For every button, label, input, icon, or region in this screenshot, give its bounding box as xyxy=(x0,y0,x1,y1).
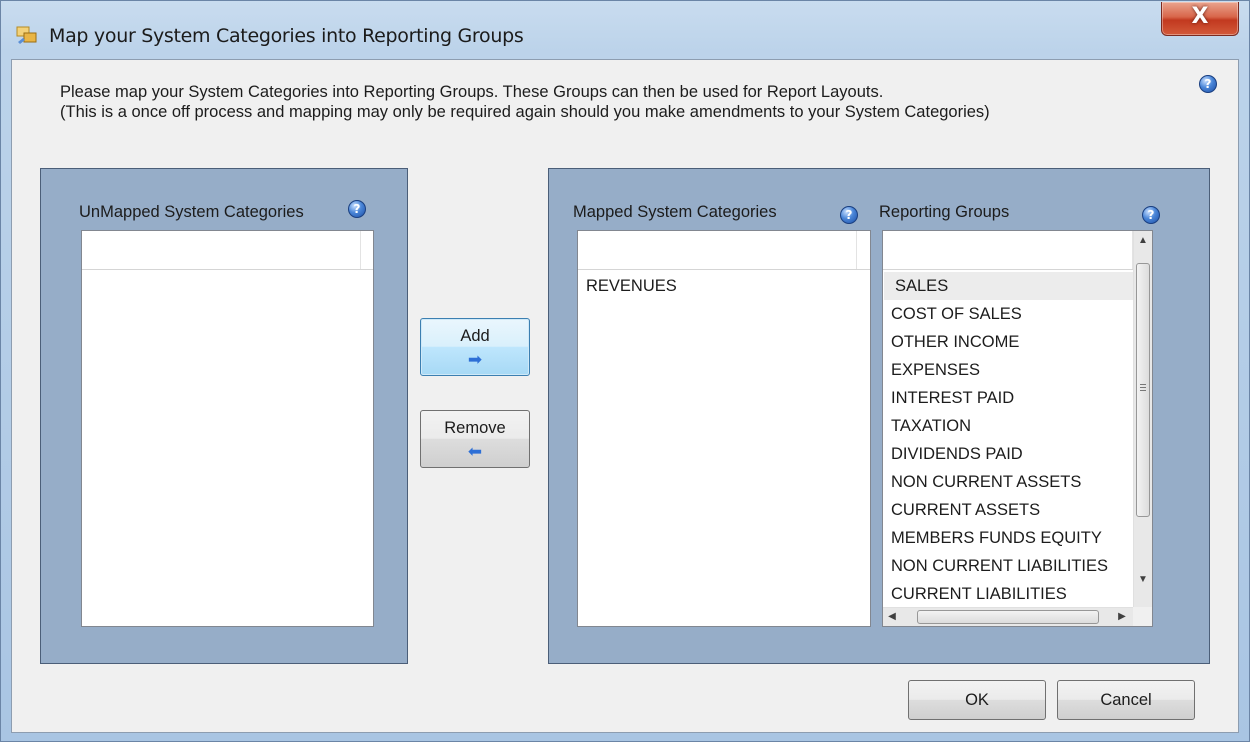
remove-button[interactable]: Remove ⬅ xyxy=(420,410,530,468)
reporting-help-icon[interactable]: ? xyxy=(1142,206,1160,224)
reporting-groups-list[interactable]: SALES COST OF SALES OTHER INCOME EXPENSE… xyxy=(882,230,1153,627)
ok-button-label: OK xyxy=(965,691,989,709)
horizontal-scroll-thumb[interactable] xyxy=(917,610,1099,624)
list-item[interactable]: OTHER INCOME xyxy=(891,328,1019,356)
reporting-groups-label: Reporting Groups xyxy=(879,203,1010,221)
mapped-list-header xyxy=(578,231,870,270)
scroll-up-icon[interactable]: ▲ xyxy=(1134,232,1152,250)
vertical-scroll-thumb[interactable] xyxy=(1136,263,1150,517)
intro-line-2: (This is a once off process and mapping … xyxy=(60,103,990,121)
unmapped-list[interactable] xyxy=(81,230,374,627)
list-item[interactable]: INTEREST PAID xyxy=(891,384,1014,412)
list-item[interactable]: NON CURRENT ASSETS xyxy=(891,468,1081,496)
scroll-down-icon[interactable]: ▼ xyxy=(1134,571,1152,589)
close-icon: X xyxy=(1191,4,1209,29)
unmapped-panel: UnMapped System Categories ? xyxy=(40,168,408,664)
list-item[interactable]: DIVIDENDS PAID xyxy=(891,440,1023,468)
column-separator xyxy=(856,231,857,269)
horizontal-scrollbar[interactable]: ◀ ▶ xyxy=(883,607,1133,626)
ok-button[interactable]: OK xyxy=(908,680,1046,720)
list-item[interactable]: EXPENSES xyxy=(891,356,980,384)
unmapped-label: UnMapped System Categories xyxy=(79,203,304,221)
list-item[interactable]: CURRENT LIABILITIES xyxy=(891,580,1067,608)
cancel-button[interactable]: Cancel xyxy=(1057,680,1195,720)
scrollbar-corner xyxy=(1133,607,1152,626)
unmapped-help-icon[interactable]: ? xyxy=(348,200,366,218)
list-item[interactable]: REVENUES xyxy=(586,272,677,300)
grip-line xyxy=(1140,387,1146,388)
column-separator xyxy=(360,231,361,269)
list-item-selected[interactable]: SALES xyxy=(884,272,1135,300)
cancel-button-label: Cancel xyxy=(1100,691,1152,709)
intro-line-1: Please map your System Categories into R… xyxy=(60,83,884,101)
grip-line xyxy=(1140,384,1146,385)
list-item[interactable]: TAXATION xyxy=(891,412,971,440)
dialog-window: Map your System Categories into Reportin… xyxy=(0,0,1250,742)
list-item[interactable]: NON CURRENT LIABILITIES xyxy=(891,552,1108,580)
intro-text: Please map your System Categories into R… xyxy=(60,82,990,122)
remove-button-label: Remove xyxy=(444,419,506,437)
mapped-help-icon[interactable]: ? xyxy=(840,206,858,224)
list-item[interactable]: CURRENT ASSETS xyxy=(891,496,1040,524)
vertical-scrollbar[interactable]: ▲ ▼ xyxy=(1133,231,1152,607)
mapped-list[interactable]: REVENUES xyxy=(577,230,871,627)
dialog-client-area: Please map your System Categories into R… xyxy=(11,59,1239,733)
window-title: Map your System Categories into Reportin… xyxy=(49,25,524,47)
list-item[interactable]: MEMBERS FUNDS EQUITY xyxy=(891,524,1102,552)
app-icon xyxy=(16,26,37,44)
reporting-list-header xyxy=(883,231,1133,270)
scroll-right-icon[interactable]: ▶ xyxy=(1113,608,1131,626)
grip-line xyxy=(1140,390,1146,391)
arrow-left-icon: ⬅ xyxy=(467,442,483,461)
scroll-left-icon[interactable]: ◀ xyxy=(883,608,901,626)
add-button-label: Add xyxy=(460,327,490,345)
mapped-panel: Mapped System Categories ? Reporting Gro… xyxy=(548,168,1210,664)
close-button[interactable]: X xyxy=(1161,2,1239,36)
unmapped-list-header xyxy=(82,231,373,270)
arrow-right-icon: ➡ xyxy=(467,350,483,369)
list-item[interactable]: COST OF SALES xyxy=(891,300,1022,328)
add-button[interactable]: Add ➡ xyxy=(420,318,530,376)
mapped-label: Mapped System Categories xyxy=(573,203,777,221)
title-bar[interactable]: Map your System Categories into Reportin… xyxy=(1,1,1249,59)
help-icon[interactable]: ? xyxy=(1199,75,1217,93)
